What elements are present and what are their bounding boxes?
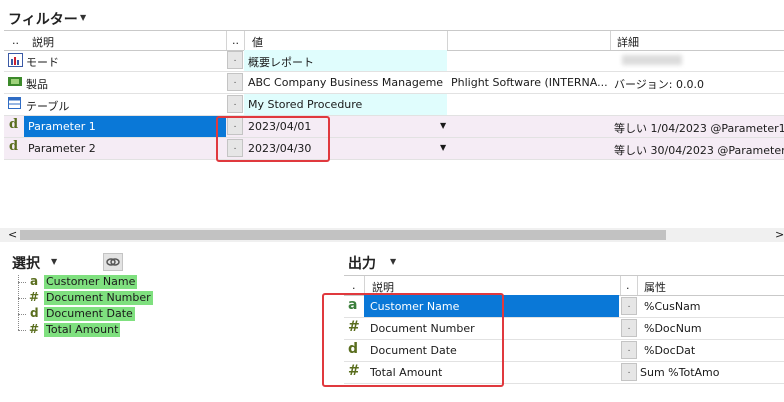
filter-row-parameter-2[interactable]: d Parameter 2 . 2023/04/30 ▼ 等しい 30/04/2… [4,138,784,160]
col-dots2: .. [232,34,239,47]
filter-row-label: 製品 [26,78,48,91]
filter-row-details: バージョン: 0.0.0 [614,78,704,91]
filter-row-label: Parameter 2 [28,142,96,155]
filter-row-value[interactable]: My Stored Procedure [248,98,362,111]
table-icon [8,97,21,109]
col-value[interactable]: 値 [252,34,263,50]
date-type-icon: d [30,306,39,320]
filter-dropdown-icon[interactable]: ▼ [80,13,86,22]
number-type-icon: # [29,322,40,336]
output-row-attr[interactable]: %CusNam [644,300,701,313]
product-icon [8,76,22,87]
col-description[interactable]: 説明 [32,34,54,50]
blurred-details [622,55,682,65]
col-dot: . [352,279,356,292]
row-dot-button[interactable]: . [227,51,243,69]
col-dot2: . [626,279,630,292]
selection-dropdown-icon[interactable]: ▼ [51,257,57,266]
date-type-icon: d [9,117,19,132]
date-type-icon: d [9,139,19,154]
scroll-right-arrow[interactable]: > [775,228,784,241]
filter-title: フィルター [8,12,78,28]
highlight-box-parameters [216,116,330,162]
selection-panel: 選択 ▼ a Customer Name # Document Number d… [0,245,340,402]
output-title: 出力 [348,256,376,272]
filter-row-label: Parameter 1 [28,120,96,133]
link-icon[interactable] [103,253,123,271]
output-row-attr[interactable]: %DocNum [644,322,702,335]
output-row-attr[interactable]: %DocDat [644,344,695,357]
filter-row-mode[interactable]: モード . 概要レポート [4,50,784,72]
filter-row-parameter-1[interactable]: d Parameter 1 . 2023/04/01 ▼ 等しい 1/04/20… [4,116,784,138]
chevron-down-icon[interactable]: ▼ [440,143,446,152]
filter-row-details: 等しい 1/04/2023 @Parameter1 [614,122,784,135]
highlight-box-output [322,293,504,387]
row-dot-button[interactable]: . [621,297,637,315]
filter-row-label: モード [26,56,59,69]
col-details[interactable]: 詳細 [617,34,639,50]
filter-row-label: テーブル [26,100,70,113]
selection-title: 選択 [12,256,40,272]
selection-item[interactable]: Customer Name [44,275,138,289]
filter-row-extra: Phlight Software (INTERNA... [451,76,607,89]
horizontal-scrollbar[interactable]: < > [0,228,784,242]
scrollbar-thumb[interactable] [20,230,666,240]
text-type-icon: a [30,274,39,288]
filter-row-details: 等しい 30/04/2023 @Parameter2 [614,144,784,157]
scroll-left-arrow[interactable]: < [8,228,17,241]
filter-row-product[interactable]: 製品 . ABC Company Business Management Phl… [4,72,784,94]
output-dropdown-icon[interactable]: ▼ [390,257,396,266]
output-row-attr[interactable]: Sum %TotAmo [640,366,719,379]
row-dot-button[interactable]: . [621,319,637,337]
filter-row-value[interactable]: 概要レポート [248,54,314,70]
selection-item[interactable]: Document Number [44,291,153,305]
filter-row-table[interactable]: テーブル . My Stored Procedure [4,94,784,116]
row-dot-button[interactable]: . [227,73,243,91]
selection-item[interactable]: Total Amount [44,323,121,337]
bar-chart-icon [8,53,23,67]
filter-header: .. 説明 .. 値 詳細 [4,30,784,51]
number-type-icon: # [29,290,40,304]
row-dot-button[interactable]: . [621,363,637,381]
col-attribute[interactable]: 属性 [644,279,666,295]
selection-item[interactable]: Document Date [44,307,135,321]
filter-panel: フィルター ▼ .. 説明 .. 値 詳細 モード . 概要レポート 製品 . … [0,0,784,245]
filter-row-value[interactable]: ABC Company Business Management [248,76,444,89]
col-dots: .. [12,34,19,47]
row-dot-button[interactable]: . [227,95,243,113]
row-dot-button[interactable]: . [621,341,637,359]
chevron-down-icon[interactable]: ▼ [440,121,446,130]
